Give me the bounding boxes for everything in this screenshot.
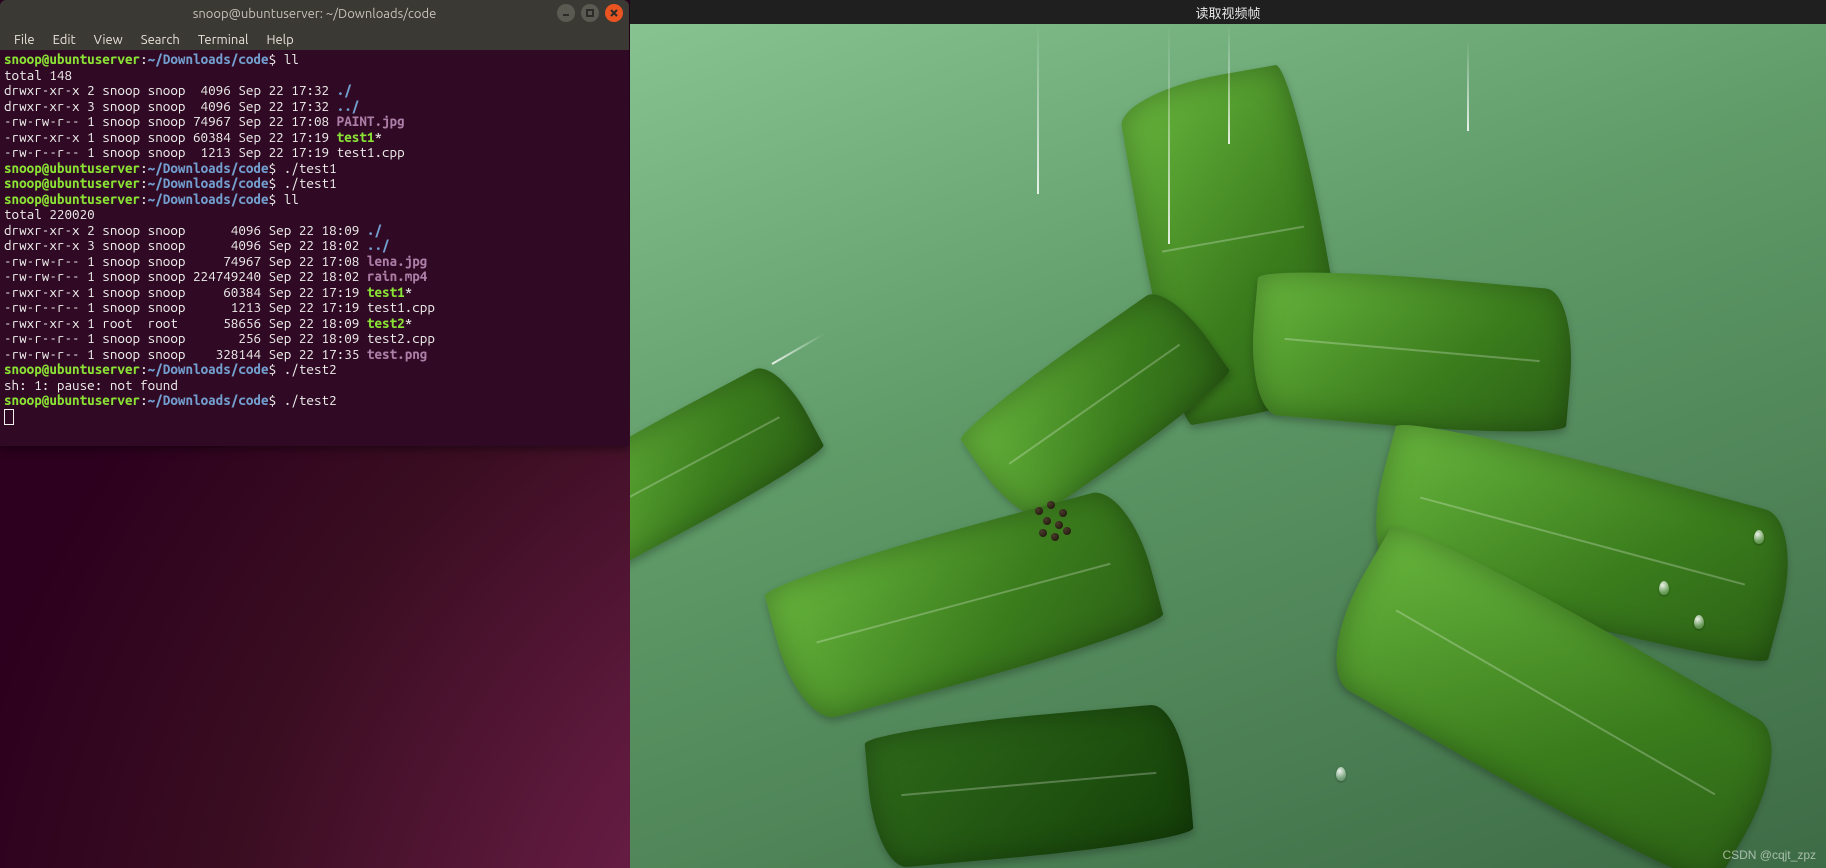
menu-search[interactable]: Search — [133, 31, 188, 49]
menu-edit[interactable]: Edit — [45, 31, 84, 49]
maximize-button[interactable] — [581, 4, 599, 22]
window-controls — [557, 4, 623, 22]
video-window-title: 读取视频帧 — [630, 0, 1826, 24]
video-window[interactable]: 读取视频帧 — [630, 0, 1826, 868]
terminal-window[interactable]: snoop@ubuntuserver: ~/Downloads/code Fil… — [0, 0, 629, 446]
minimize-button[interactable] — [557, 4, 575, 22]
desktop: snoop@ubuntuserver: ~/Downloads/code Fil… — [0, 0, 1826, 868]
watermark: CSDN @cqjt_zpz — [1722, 848, 1816, 862]
menu-help[interactable]: Help — [258, 31, 301, 49]
close-button[interactable] — [605, 4, 623, 22]
menu-view[interactable]: View — [86, 31, 131, 49]
menu-terminal[interactable]: Terminal — [190, 31, 257, 49]
menu-file[interactable]: File — [6, 31, 43, 49]
window-titlebar[interactable]: snoop@ubuntuserver: ~/Downloads/code — [0, 0, 629, 28]
video-frame: CSDN @cqjt_zpz — [630, 24, 1826, 868]
terminal-output[interactable]: snoop@ubuntuserver:~/Downloads/code$ ll … — [0, 50, 629, 446]
menu-bar: File Edit View Search Terminal Help — [0, 28, 629, 52]
window-title: snoop@ubuntuserver: ~/Downloads/code — [0, 7, 629, 21]
